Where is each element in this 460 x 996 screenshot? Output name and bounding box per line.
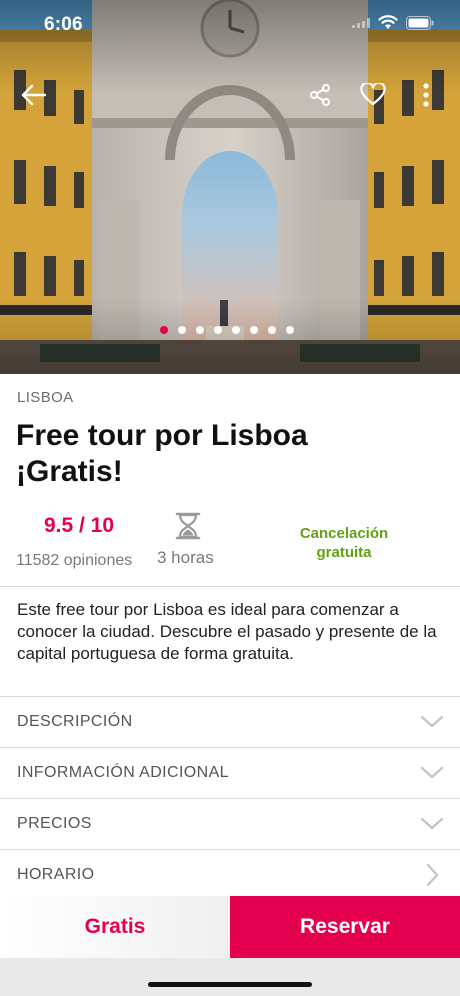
share-icon (310, 84, 330, 106)
chevron-down-icon (420, 817, 444, 830)
section-label: PRECIOS (17, 815, 92, 832)
tour-title-line: Free tour por Lisboa (16, 419, 308, 452)
section-precios[interactable]: PRECIOS (0, 799, 460, 850)
section-label: DESCRIPCIÓN (17, 713, 133, 730)
tour-title-line: ¡Gratis! (16, 455, 123, 488)
home-indicator[interactable] (148, 982, 312, 987)
more-vertical-icon (423, 83, 429, 107)
section-horario[interactable]: HORARIO (0, 850, 460, 901)
chevron-down-icon (420, 715, 444, 728)
gallery-dot[interactable] (232, 326, 240, 334)
share-button[interactable] (303, 78, 337, 112)
favorite-button[interactable] (356, 78, 390, 112)
signal-icon (352, 17, 370, 28)
chevron-down-icon (420, 766, 444, 779)
free-cancellation-badge: Cancelación gratuita (272, 524, 416, 562)
booking-bar: Gratis Reservar (0, 896, 460, 958)
reserve-button-label: Reservar (300, 915, 390, 938)
section-label: HORARIO (17, 866, 95, 883)
price-label: Gratis (84, 915, 146, 938)
gallery-dot[interactable] (250, 326, 258, 334)
status-bar: 6:06 (0, 0, 460, 50)
cancellation-line: gratuita (316, 544, 372, 561)
section-informacion-adicional[interactable]: INFORMACIÓN ADICIONAL (0, 748, 460, 799)
section-label: INFORMACIÓN ADICIONAL (17, 764, 229, 781)
hero-gallery[interactable]: 6:06 (0, 0, 460, 374)
hero-photo (0, 0, 460, 374)
battery-icon (406, 15, 434, 30)
status-time: 6:06 (44, 14, 83, 35)
gallery-dot[interactable] (286, 326, 294, 334)
city-label: LISBOA (17, 389, 74, 406)
gallery-dot[interactable] (268, 326, 276, 334)
status-icons (352, 15, 434, 30)
home-indicator-area (0, 958, 460, 996)
chevron-right-icon (426, 863, 439, 887)
duration-label: 3 horas (157, 548, 214, 567)
section-descripcion[interactable]: DESCRIPCIÓN (0, 697, 460, 748)
heart-icon (360, 83, 386, 106)
reserve-button[interactable]: Reservar (230, 896, 460, 958)
cancellation-line: Cancelación (299, 525, 389, 542)
hero-toolbar (0, 78, 460, 114)
back-button[interactable] (16, 78, 50, 112)
more-options-button[interactable] (409, 78, 443, 112)
gallery-dot[interactable] (160, 326, 168, 334)
wifi-icon (378, 15, 398, 29)
divider (0, 586, 460, 587)
gallery-dot[interactable] (214, 326, 222, 334)
hourglass-icon (175, 512, 201, 540)
gallery-dot[interactable] (178, 326, 186, 334)
arrow-left-icon (21, 84, 46, 106)
gallery-dot[interactable] (196, 326, 204, 334)
price-panel: Gratis (0, 896, 230, 958)
rating-score[interactable]: 9.5 / 10 (0, 514, 158, 538)
reviews-count[interactable]: 11582 opiniones (16, 552, 132, 570)
gallery-pagination (160, 326, 294, 334)
tour-title: Free tour por Lisboa ¡Gratis! (16, 418, 436, 490)
tour-summary: Este free tour por Lisboa es ideal para … (17, 600, 437, 663)
